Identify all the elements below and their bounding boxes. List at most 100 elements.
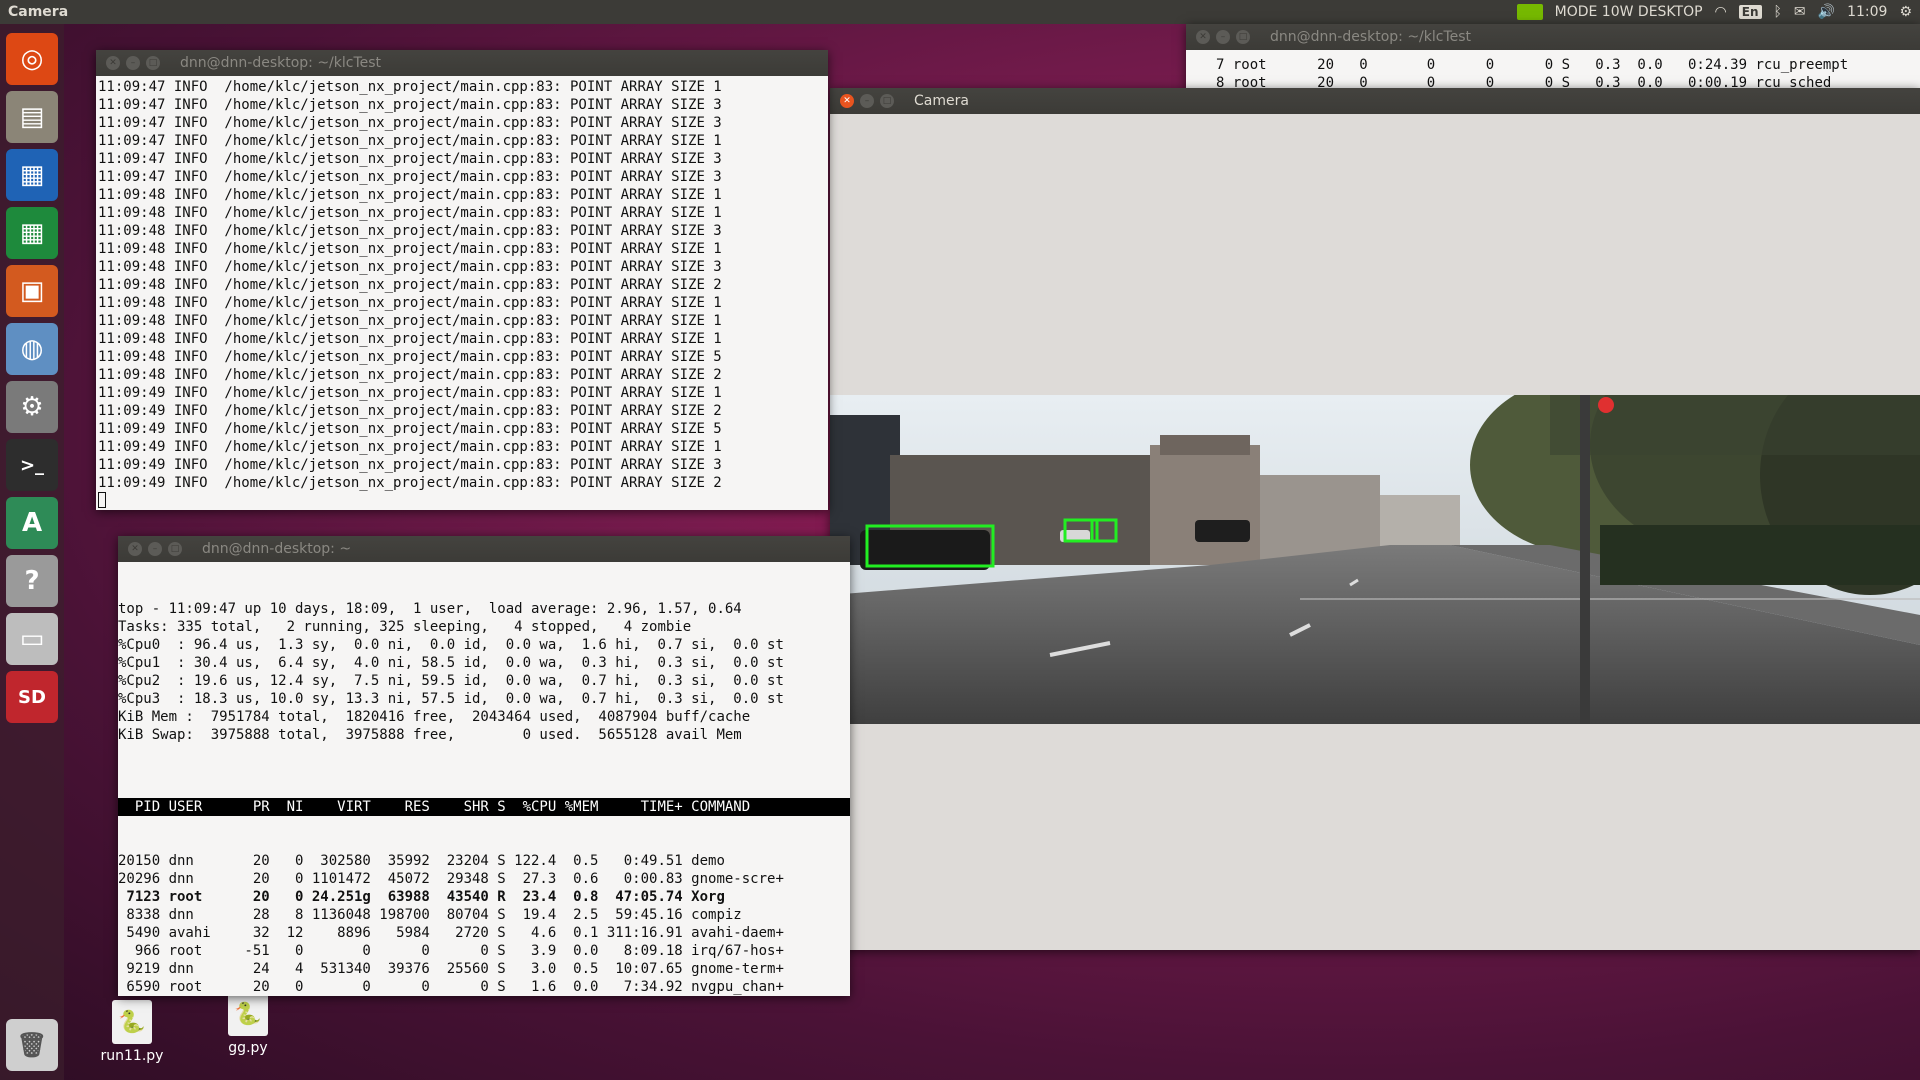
window-titlebar[interactable]: ✕ – □ dnn@dnn-desktop: ~/klcTest xyxy=(96,50,828,76)
minimize-icon[interactable]: – xyxy=(126,56,140,70)
log-line: 11:09:48 INFO /home/klc/jetson_nx_projec… xyxy=(98,331,722,347)
software-center-icon[interactable]: ◍ xyxy=(6,323,58,375)
terminal-output[interactable]: 11:09:47 INFO /home/klc/jetson_nx_projec… xyxy=(96,76,828,510)
log-line: 11:09:48 INFO /home/klc/jetson_nx_projec… xyxy=(98,349,722,365)
log-line: 11:09:49 INFO /home/klc/jetson_nx_projec… xyxy=(98,385,722,401)
ubuntu-dash-icon[interactable]: ◎ xyxy=(6,33,58,85)
process-table-header: PID USER PR NI VIRT RES SHR S %CPU %MEM … xyxy=(118,798,850,816)
log-line: 11:09:47 INFO /home/klc/jetson_nx_projec… xyxy=(98,151,722,167)
camera-window[interactable]: ✕ – □ Camera xyxy=(830,88,1920,950)
desktop-icon-run11[interactable]: 🐍 run11.py xyxy=(92,1000,172,1064)
clock[interactable]: 11:09 xyxy=(1847,4,1887,20)
log-line: 11:09:48 INFO /home/klc/jetson_nx_projec… xyxy=(98,367,722,383)
writer-icon[interactable]: ▦ xyxy=(6,149,58,201)
top-panel: Camera MODE 10W DESKTOP ◠ En ᛒ ✉ 🔊 11:09… xyxy=(0,0,1920,24)
close-icon[interactable]: ✕ xyxy=(1196,30,1210,44)
terminal-output[interactable]: top - 11:09:47 up 10 days, 18:09, 1 user… xyxy=(118,562,850,996)
log-line: 11:09:48 INFO /home/klc/jetson_nx_projec… xyxy=(98,241,722,257)
window-titlebar[interactable]: ✕ – □ dnn@dnn-desktop: ~ xyxy=(118,536,850,562)
top-summary-line: %Cpu3 : 18.3 us, 10.0 sy, 13.3 ni, 57.5 … xyxy=(118,691,784,707)
desktop-icon-label: run11.py xyxy=(100,1048,164,1064)
settings-icon[interactable]: ⚙ xyxy=(6,381,58,433)
camera-frame-image xyxy=(830,395,1920,724)
window-titlebar[interactable]: ✕ – □ dnn@dnn-desktop: ~/klcTest xyxy=(1186,24,1920,50)
process-row: 20296 dnn 20 0 1101472 45072 29348 S 27.… xyxy=(118,871,784,887)
process-row: 966 root -51 0 0 0 0 S 3.9 0.0 8:09.18 i… xyxy=(118,943,784,959)
klc-terminal-window[interactable]: ✕ – □ dnn@dnn-desktop: ~/klcTest 7 root … xyxy=(1186,24,1920,90)
log-line: 11:09:48 INFO /home/klc/jetson_nx_projec… xyxy=(98,205,722,221)
top-summary-line: KiB Swap: 3975888 total, 3975888 free, 0… xyxy=(118,727,742,743)
log-terminal-window[interactable]: ✕ – □ dnn@dnn-desktop: ~/klcTest 11:09:4… xyxy=(96,50,828,510)
top-summary-line: %Cpu2 : 19.6 us, 12.4 sy, 7.5 ni, 59.5 i… xyxy=(118,673,784,689)
files-icon[interactable]: ▤ xyxy=(6,91,58,143)
top-summary-line: Tasks: 335 total, 2 running, 325 sleepin… xyxy=(118,619,692,635)
top-summary-line: KiB Mem : 7951784 total, 1820416 free, 2… xyxy=(118,709,751,725)
close-icon[interactable]: ✕ xyxy=(128,542,142,556)
desktop-icon-gg[interactable]: 🐍 gg.py xyxy=(208,992,288,1056)
gear-icon[interactable]: ⚙ xyxy=(1899,4,1912,20)
software-updater-icon[interactable]: A xyxy=(6,497,58,549)
process-row: 20150 dnn 20 0 302580 35992 23204 S 122.… xyxy=(118,853,725,869)
calc-icon[interactable]: ▦ xyxy=(6,207,58,259)
window-title: dnn@dnn-desktop: ~/klcTest xyxy=(1270,29,1472,45)
volume-icon[interactable]: 🔊 xyxy=(1818,4,1835,20)
log-line: 11:09:49 INFO /home/klc/jetson_nx_projec… xyxy=(98,403,722,419)
close-icon[interactable]: ✕ xyxy=(106,56,120,70)
wifi-icon[interactable]: ◠ xyxy=(1715,4,1727,20)
window-title: dnn@dnn-desktop: ~/klcTest xyxy=(180,55,382,71)
top-summary-line: %Cpu0 : 96.4 us, 1.3 sy, 0.0 ni, 0.0 id,… xyxy=(118,637,784,653)
log-line: 11:09:47 INFO /home/klc/jetson_nx_projec… xyxy=(98,133,722,149)
launcher: ◎ ▤ ▦ ▦ ▣ ◍ ⚙ >_ A? ▭ SD 🗑 xyxy=(0,24,64,1080)
top-terminal-window[interactable]: ✕ – □ dnn@dnn-desktop: ~ top - 11:09:47 … xyxy=(118,536,850,996)
process-row: 7123 root 20 0 24.251g 63988 43540 R 23.… xyxy=(118,889,725,905)
power-mode-label[interactable]: MODE 10W DESKTOP xyxy=(1555,4,1703,20)
maximize-icon[interactable]: □ xyxy=(146,56,160,70)
top-summary-line: %Cpu1 : 30.4 us, 6.4 sy, 4.0 ni, 58.5 id… xyxy=(118,655,784,671)
window-titlebar[interactable]: ✕ – □ Camera xyxy=(830,88,1920,114)
minimize-icon[interactable]: – xyxy=(860,94,874,108)
bluetooth-icon[interactable]: ᛒ xyxy=(1774,4,1782,20)
maximize-icon[interactable]: □ xyxy=(168,542,182,556)
keyboard-layout-indicator[interactable]: En xyxy=(1738,5,1762,19)
sd-card-icon[interactable]: SD xyxy=(6,671,58,723)
trash-icon[interactable]: 🗑 xyxy=(6,1019,58,1071)
nvidia-icon[interactable] xyxy=(1516,4,1543,20)
impress-icon[interactable]: ▣ xyxy=(6,265,58,317)
log-line: 11:09:48 INFO /home/klc/jetson_nx_projec… xyxy=(98,187,722,203)
log-line: 11:09:48 INFO /home/klc/jetson_nx_projec… xyxy=(98,295,722,311)
log-line: 11:09:48 INFO /home/klc/jetson_nx_projec… xyxy=(98,277,722,293)
close-icon[interactable]: ✕ xyxy=(840,94,854,108)
active-app-title: Camera xyxy=(8,4,69,20)
help-icon[interactable]: ? xyxy=(6,555,58,607)
log-line: 11:09:49 INFO /home/klc/jetson_nx_projec… xyxy=(98,475,722,491)
python-file-icon: 🐍 xyxy=(112,1000,152,1044)
maximize-icon[interactable]: □ xyxy=(1236,30,1250,44)
log-line: 11:09:48 INFO /home/klc/jetson_nx_projec… xyxy=(98,259,722,275)
top-summary-line: top - 11:09:47 up 10 days, 18:09, 1 user… xyxy=(118,601,742,617)
python-file-icon: 🐍 xyxy=(228,992,268,1036)
terminal-line: 7 root 20 0 0 0 0 S 0.3 0.0 0:24.39 rcu_… xyxy=(1216,57,1849,73)
top-summary-line xyxy=(118,744,850,762)
log-line: 11:09:48 INFO /home/klc/jetson_nx_projec… xyxy=(98,223,722,239)
window-title: Camera xyxy=(914,93,969,109)
terminal-cursor xyxy=(98,492,106,508)
minimize-icon[interactable]: – xyxy=(148,542,162,556)
process-row: 6590 root 20 0 0 0 0 S 1.6 0.0 7:34.92 n… xyxy=(118,979,784,995)
drive-icon[interactable]: ▭ xyxy=(6,613,58,665)
log-line: 11:09:47 INFO /home/klc/jetson_nx_projec… xyxy=(98,115,722,131)
log-line: 11:09:47 INFO /home/klc/jetson_nx_projec… xyxy=(98,79,722,95)
minimize-icon[interactable]: – xyxy=(1216,30,1230,44)
system-tray: MODE 10W DESKTOP ◠ En ᛒ ✉ 🔊 11:09 ⚙ xyxy=(1516,4,1912,20)
process-row: 9219 dnn 24 4 531340 39376 25560 S 3.0 0… xyxy=(118,961,784,977)
desktop-icon-label: gg.py xyxy=(228,1040,268,1056)
camera-canvas xyxy=(830,114,1920,950)
mail-icon[interactable]: ✉ xyxy=(1794,4,1806,20)
process-row: 8338 dnn 28 8 1136048 198700 80704 S 19.… xyxy=(118,907,742,923)
maximize-icon[interactable]: □ xyxy=(880,94,894,108)
terminal-icon[interactable]: >_ xyxy=(6,439,58,491)
terminal-output[interactable]: 7 root 20 0 0 0 0 S 0.3 0.0 0:24.39 rcu_… xyxy=(1186,50,1920,90)
window-title: dnn@dnn-desktop: ~ xyxy=(202,541,352,557)
log-line: 11:09:49 INFO /home/klc/jetson_nx_projec… xyxy=(98,439,722,455)
log-line: 11:09:47 INFO /home/klc/jetson_nx_projec… xyxy=(98,97,722,113)
log-line: 11:09:49 INFO /home/klc/jetson_nx_projec… xyxy=(98,421,722,437)
